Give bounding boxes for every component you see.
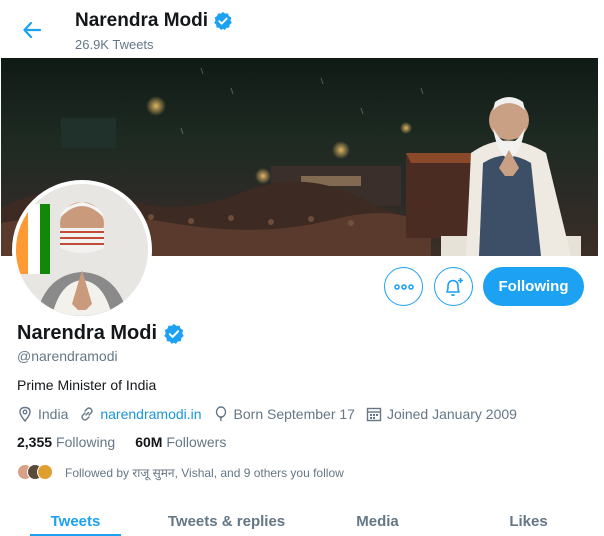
- followers-label: Followers: [166, 434, 227, 450]
- followers-count-link[interactable]: 60M Followers: [135, 434, 226, 450]
- website-link[interactable]: narendramodi.in: [100, 406, 201, 422]
- profile-avatar[interactable]: [12, 180, 152, 320]
- header-name: Narendra Modi: [75, 10, 209, 31]
- verified-badge-icon: [214, 11, 232, 31]
- back-button[interactable]: [18, 16, 46, 44]
- followers-count: 60M: [135, 434, 163, 450]
- balloon-icon: [215, 406, 226, 422]
- following-count-link[interactable]: 2,355 Following: [17, 434, 115, 450]
- profile-tabs: Tweets Tweets & replies Media Likes: [0, 504, 604, 536]
- birthday-text: Born September 17: [233, 406, 355, 422]
- back-arrow-icon: [23, 22, 41, 38]
- notifications-button[interactable]: [434, 267, 473, 306]
- calendar-icon: [366, 407, 382, 422]
- location-pin-icon: [19, 406, 31, 422]
- followed-by-row[interactable]: Followed by राजू सुमन, Vishal, and 9 oth…: [17, 462, 344, 482]
- tab-tweets[interactable]: Tweets: [0, 504, 151, 536]
- tab-likes[interactable]: Likes: [453, 504, 604, 536]
- location-item: India: [17, 406, 68, 422]
- following-count: 2,355: [17, 434, 53, 450]
- joined-text: Joined January 2009: [386, 406, 517, 422]
- followed-by-text: Followed by राजू सुमन, Vishal, and 9 oth…: [65, 465, 344, 480]
- tab-media[interactable]: Media: [302, 504, 453, 536]
- profile-meta: India narendramodi.in Born September 17 …: [17, 404, 528, 424]
- website-item: narendramodi.in: [79, 406, 202, 422]
- tab-tweets-replies[interactable]: Tweets & replies: [151, 504, 302, 536]
- more-icon: [393, 283, 414, 290]
- follow-counts: 2,355 Following 60M Followers: [17, 434, 226, 450]
- birthday-item: Born September 17: [213, 406, 355, 422]
- profile-name: Narendra Modi: [17, 322, 158, 344]
- following-label: Following: [56, 434, 116, 450]
- profile-name-row: Narendra Modi: [17, 322, 185, 345]
- profile-handle: @narendramodi: [17, 348, 118, 364]
- link-icon: [81, 407, 94, 421]
- profile-bio: Prime Minister of India: [17, 377, 157, 393]
- following-button[interactable]: Following: [483, 267, 584, 306]
- mini-avatar: [37, 464, 53, 480]
- more-options-button[interactable]: [384, 267, 423, 306]
- top-header: Narendra Modi 26.9K Tweets: [0, 0, 604, 58]
- follower-avatars: [17, 462, 57, 482]
- tweet-count: 26.9K Tweets: [75, 37, 154, 52]
- bell-plus-icon: [445, 277, 463, 296]
- header-title: Narendra Modi: [75, 10, 233, 32]
- joined-item: Joined January 2009: [366, 406, 517, 422]
- location-text: India: [38, 406, 69, 422]
- verified-badge-icon: [164, 323, 184, 344]
